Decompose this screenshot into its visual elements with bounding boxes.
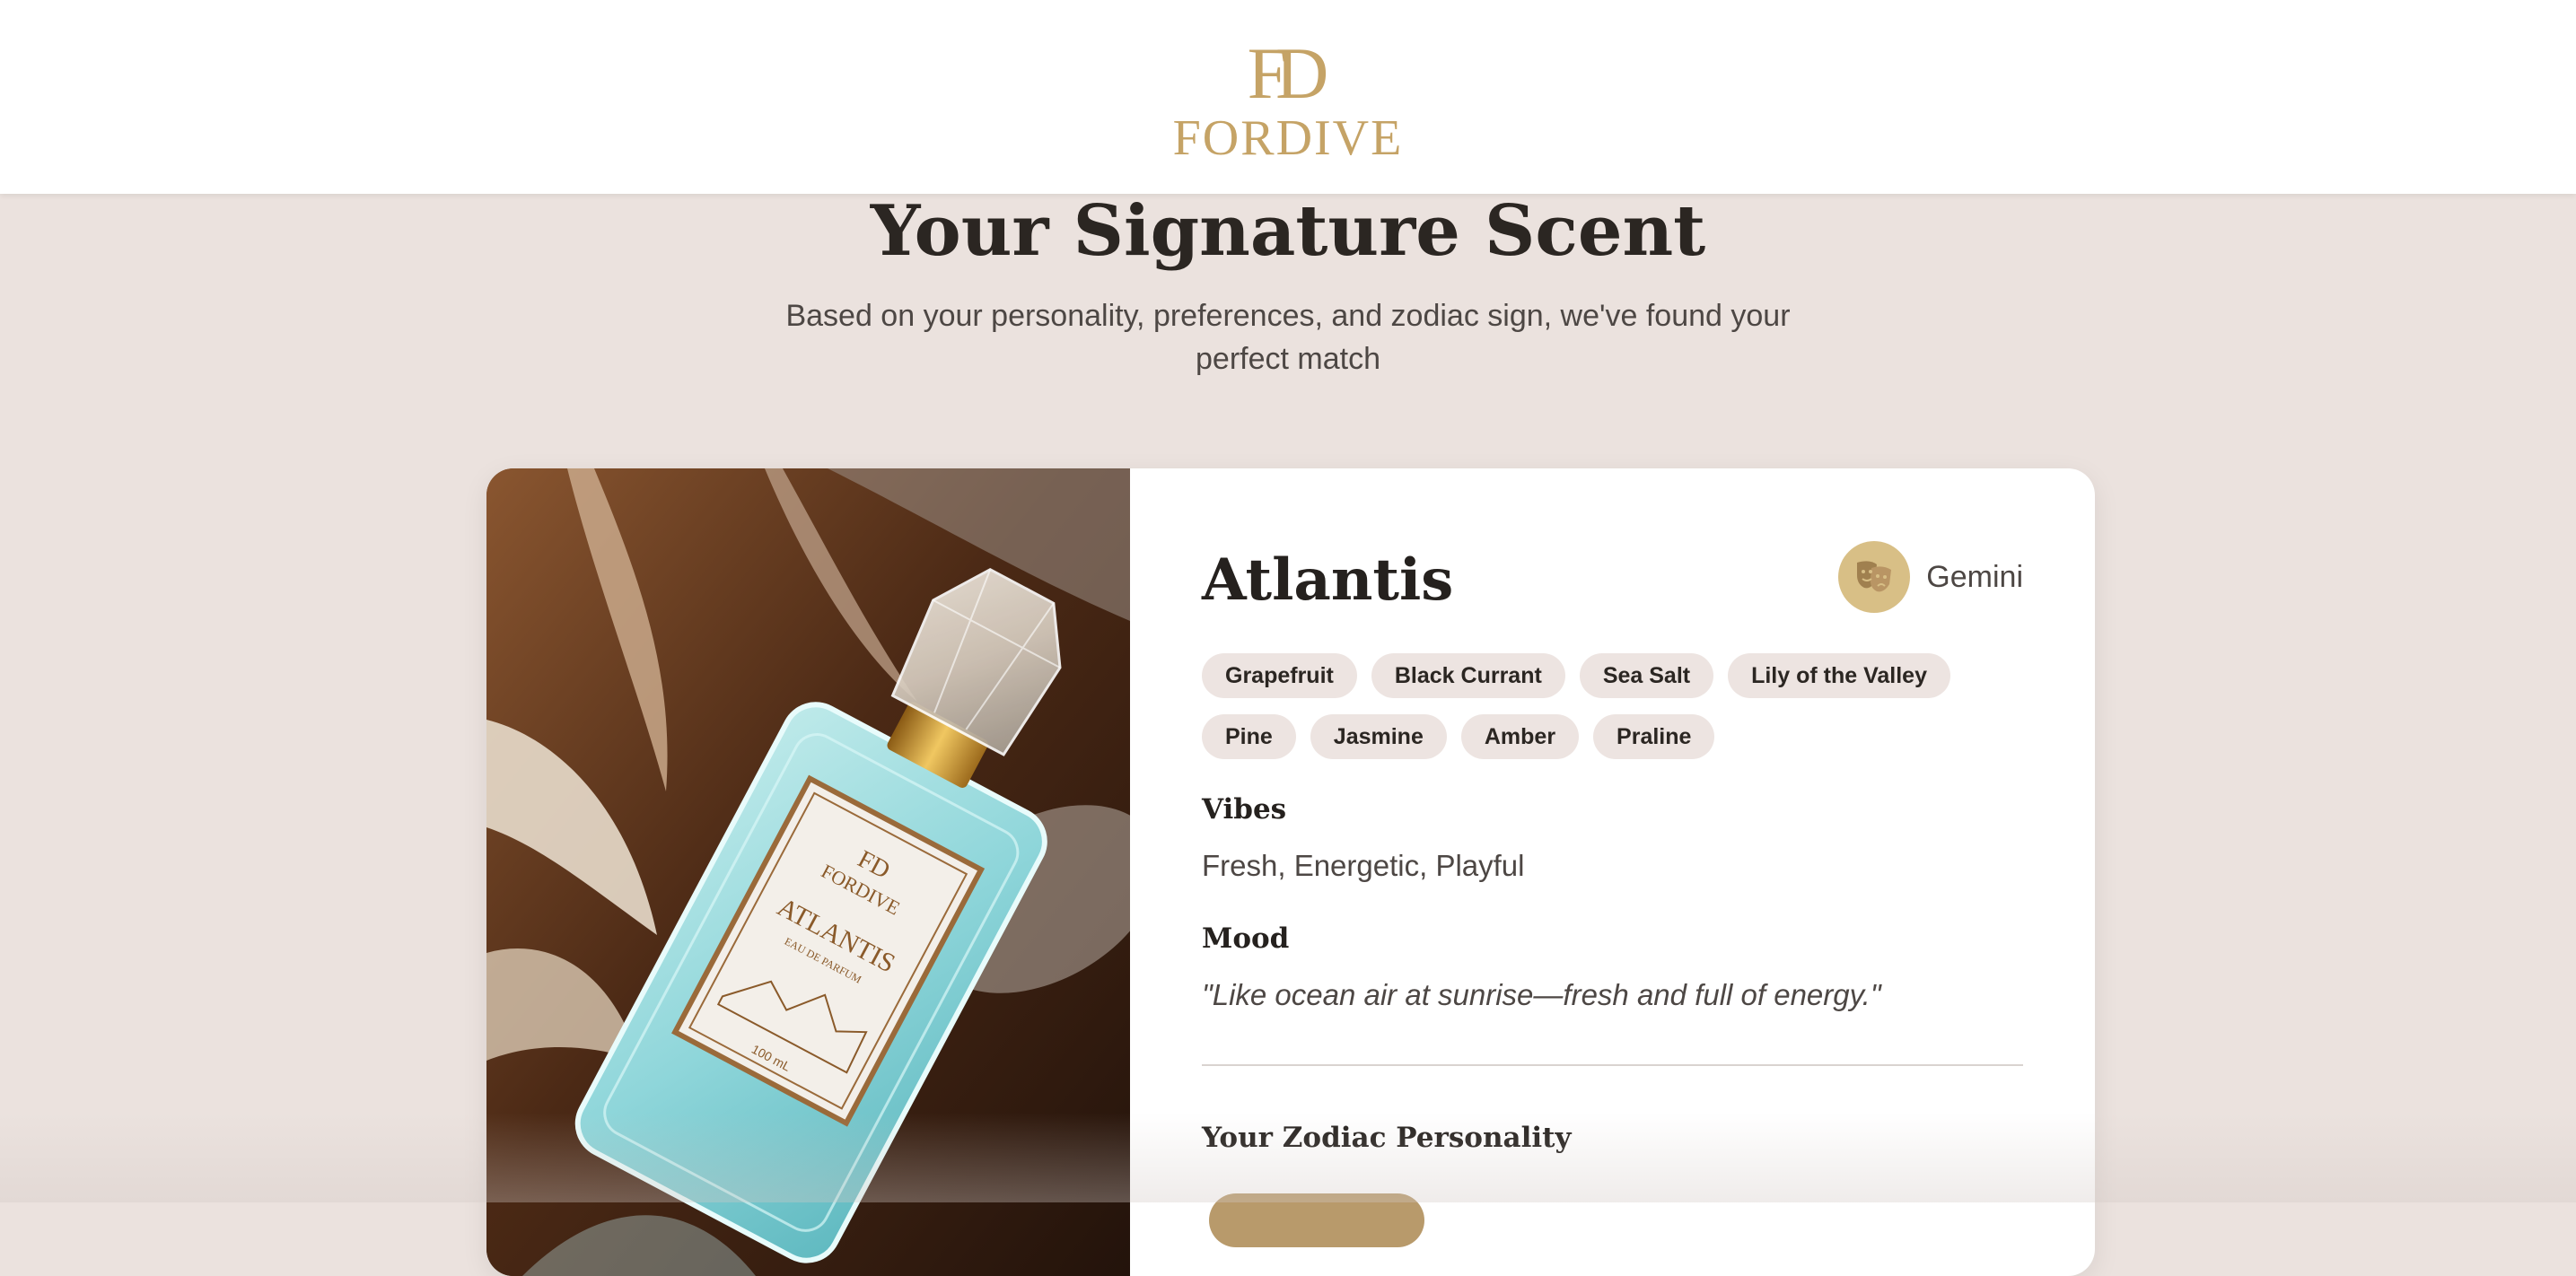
- logo-monogram: FD: [1247, 32, 1329, 114]
- note-tag: Grapefruit: [1202, 653, 1357, 698]
- perfume-bottle-photo: FD FORDIVE ATLANTIS EAU DE PARFUM 100 mL: [486, 468, 1130, 1276]
- theater-masks-icon: [1838, 541, 1911, 613]
- product-image: FD FORDIVE ATLANTIS EAU DE PARFUM 100 mL: [486, 468, 1130, 1276]
- note-tag: Pine: [1202, 714, 1296, 759]
- scent-details: Atlantis Gemini Grapefruit Black Currant: [1202, 468, 2023, 1276]
- vibes-heading: Vibes: [1202, 793, 1287, 826]
- note-tag: Lily of the Valley: [1728, 653, 1950, 698]
- zodiac-badge: Gemini: [1838, 540, 2023, 614]
- page-title: Your Signature Scent: [870, 190, 1706, 272]
- mood-quote: "Like ocean air at sunrise—fresh and ful…: [1202, 978, 1881, 1011]
- note-tag: Amber: [1460, 714, 1580, 759]
- note-tag: Black Currant: [1371, 653, 1565, 698]
- scent-result-card: FD FORDIVE ATLANTIS EAU DE PARFUM 100 mL…: [486, 468, 2095, 1276]
- scent-notes-list: Grapefruit Black Currant Sea Salt Lily o…: [1202, 653, 2023, 759]
- section-divider: [1202, 1064, 2023, 1066]
- note-tag: Praline: [1593, 714, 1715, 759]
- product-name: Atlantis: [1202, 546, 1454, 614]
- page-subtitle: Based on your personality, preferences, …: [785, 299, 1791, 376]
- zodiac-personality-heading: Your Zodiac Personality: [1202, 1122, 1572, 1154]
- logo-wordmark: FORDIVE: [1172, 110, 1404, 166]
- brand-logo[interactable]: FD FORDIVE: [0, 32, 2576, 166]
- zodiac-sign-label: Gemini: [1926, 559, 2023, 594]
- zodiac-personality-button[interactable]: [1209, 1193, 1424, 1247]
- mood-heading: Mood: [1202, 922, 1290, 955]
- note-tag: Jasmine: [1310, 714, 1447, 759]
- note-tag: Sea Salt: [1579, 653, 1714, 698]
- vibes-text: Fresh, Energetic, Playful: [1202, 849, 1525, 882]
- site-header: FD FORDIVE: [0, 0, 2576, 194]
